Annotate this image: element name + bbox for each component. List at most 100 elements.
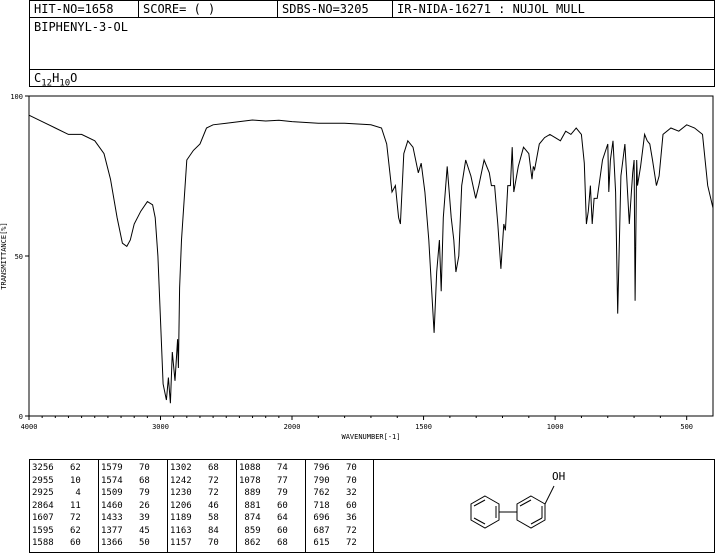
molecular-formula: C12H10O <box>34 71 77 88</box>
peak-wavenumber: 1366 <box>101 538 123 548</box>
peak-column: 796 70 790 70 762 32 718 60 696 36 687 7… <box>308 462 357 550</box>
peak-wavenumber: 696 <box>308 513 330 523</box>
peak-row: 3256 62 <box>32 462 81 475</box>
molecular-structure: OH <box>470 470 565 529</box>
peak-transmittance: 58 <box>202 513 219 523</box>
peak-transmittance: 39 <box>133 513 150 523</box>
plot-frame <box>28 95 714 417</box>
y-axis: 0 50 100 <box>10 93 29 421</box>
peak-row: 1163 84 <box>170 525 219 538</box>
peak-table-divider <box>236 460 237 552</box>
peak-wavenumber: 874 <box>239 513 261 523</box>
peak-wavenumber: 790 <box>308 475 330 486</box>
peak-transmittance: 62 <box>64 525 81 536</box>
peak-row: 2955 10 <box>32 475 81 488</box>
peak-wavenumber: 1574 <box>101 475 123 486</box>
peak-wavenumber: 1433 <box>101 513 123 523</box>
peak-table-divider <box>167 460 168 552</box>
peak-wavenumber: 3256 <box>32 463 54 473</box>
peak-row: 1230 72 <box>170 487 219 500</box>
hydroxyl-label: OH <box>552 470 565 483</box>
peak-wavenumber: 1163 <box>170 525 192 536</box>
peak-row: 1078 77 <box>239 475 288 488</box>
peak-transmittance: 70 <box>340 475 357 486</box>
peak-wavenumber: 881 <box>239 500 261 511</box>
y-axis-label: TRANSMITTANCE[%] <box>0 222 8 289</box>
hit-no: HIT-NO=1658 <box>34 2 114 16</box>
peak-transmittance: 74 <box>271 463 288 473</box>
x-tick-label: 1500 <box>415 423 432 431</box>
peak-row: 1242 72 <box>170 475 219 488</box>
hydroxyl-bond <box>544 485 555 505</box>
peak-transmittance: 79 <box>271 488 288 498</box>
x-tick-label: 500 <box>680 423 693 431</box>
peak-row: 1607 72 <box>32 512 81 525</box>
y-tick-label: 100 <box>10 93 23 101</box>
score: SCORE= ( ) <box>143 2 216 16</box>
peak-row: 2925 4 <box>32 487 81 500</box>
peak-wavenumber: 1206 <box>170 500 192 511</box>
ir-id: IR-NIDA-16271 : NUJOL MULL <box>397 2 585 16</box>
peak-row: 1595 62 <box>32 525 81 538</box>
peak-table-divider <box>305 460 306 552</box>
peak-table-divider <box>98 460 99 552</box>
formula-box: C12H10O <box>29 69 715 88</box>
peak-transmittance: 72 <box>340 538 357 548</box>
peak-wavenumber: 1579 <box>101 463 123 473</box>
peak-wavenumber: 2925 <box>32 488 54 498</box>
peak-transmittance: 72 <box>64 513 81 523</box>
peak-column: 1302 68 1242 72 1230 72 1206 46 1189 58 1163 … <box>170 462 219 550</box>
peak-wavenumber: 889 <box>239 488 261 498</box>
peak-row: 1509 79 <box>101 487 150 500</box>
peak-transmittance: 79 <box>133 488 150 498</box>
x-tick-label: 4000 <box>21 423 38 431</box>
ir-spectrum-chart: 0 50 100 4000 3000 2000 1500 1000 500 TRANSMITT… <box>0 93 714 441</box>
peak-wavenumber: 1377 <box>101 525 123 536</box>
peak-row: 687 72 <box>308 525 357 538</box>
peak-row: 1157 70 <box>170 537 219 550</box>
peak-transmittance: 45 <box>133 525 150 536</box>
peak-transmittance: 70 <box>202 538 219 548</box>
spectrum-series-line <box>28 114 714 404</box>
peak-transmittance: 68 <box>271 538 288 548</box>
peak-wavenumber: 1302 <box>170 463 192 473</box>
peak-row: 889 79 <box>239 487 288 500</box>
peak-wavenumber: 718 <box>308 500 330 511</box>
peak-transmittance: 72 <box>340 525 357 536</box>
compound-name-box: BIPHENYL-3-OL <box>29 17 715 70</box>
peak-row: 859 60 <box>239 525 287 538</box>
phenol-ring <box>516 495 546 529</box>
formula-oxygen: O <box>70 71 78 85</box>
peak-transmittance: 70 <box>340 463 357 473</box>
x-tick-label: 1000 <box>547 423 564 431</box>
peak-wavenumber: 1230 <box>170 488 192 498</box>
phenyl-ring-left <box>470 495 500 529</box>
peak-wavenumber: 796 <box>308 463 330 473</box>
peak-row: 2864 11 <box>32 500 81 513</box>
y-tick-label: 0 <box>19 413 23 421</box>
peak-row: 881 60 <box>239 500 288 513</box>
peak-transmittance: 50 <box>133 538 150 548</box>
peak-row: 1574 68 <box>101 475 150 488</box>
peak-wavenumber: 1460 <box>101 500 123 511</box>
peak-column: 3256 62 2955 10 2925 4 2864 11 1607 72 1595 6… <box>32 462 81 550</box>
peak-wavenumber: 1509 <box>101 488 123 498</box>
peak-column: 1088 74 1078 77 889 79 881 60 874 64 859 … <box>239 462 288 550</box>
peak-transmittance: 72 <box>202 475 219 486</box>
peak-wavenumber: 2955 <box>32 475 54 486</box>
peak-row: 874 64 <box>239 512 288 525</box>
peak-transmittance: 46 <box>202 500 219 511</box>
peak-row: 862 68 <box>239 537 288 550</box>
peak-row: 796 70 <box>308 462 357 475</box>
header-bar: HIT-NO=1658 SCORE= ( ) SDBS-NO=3205 IR-N… <box>29 0 715 18</box>
peak-wavenumber: 615 <box>308 538 330 548</box>
peak-transmittance: 64 <box>271 513 288 523</box>
peak-transmittance: 36 <box>340 513 357 523</box>
peak-transmittance: 60 <box>271 500 288 511</box>
x-axis-label: WAVENUMBER[-1] <box>341 433 400 441</box>
peak-wavenumber: 1189 <box>170 513 192 523</box>
peak-row: 1433 39 <box>101 512 150 525</box>
peak-transmittance: 70 <box>133 463 150 473</box>
peak-wavenumber: 859 <box>239 525 261 536</box>
peak-transmittance: 60 <box>340 500 357 511</box>
